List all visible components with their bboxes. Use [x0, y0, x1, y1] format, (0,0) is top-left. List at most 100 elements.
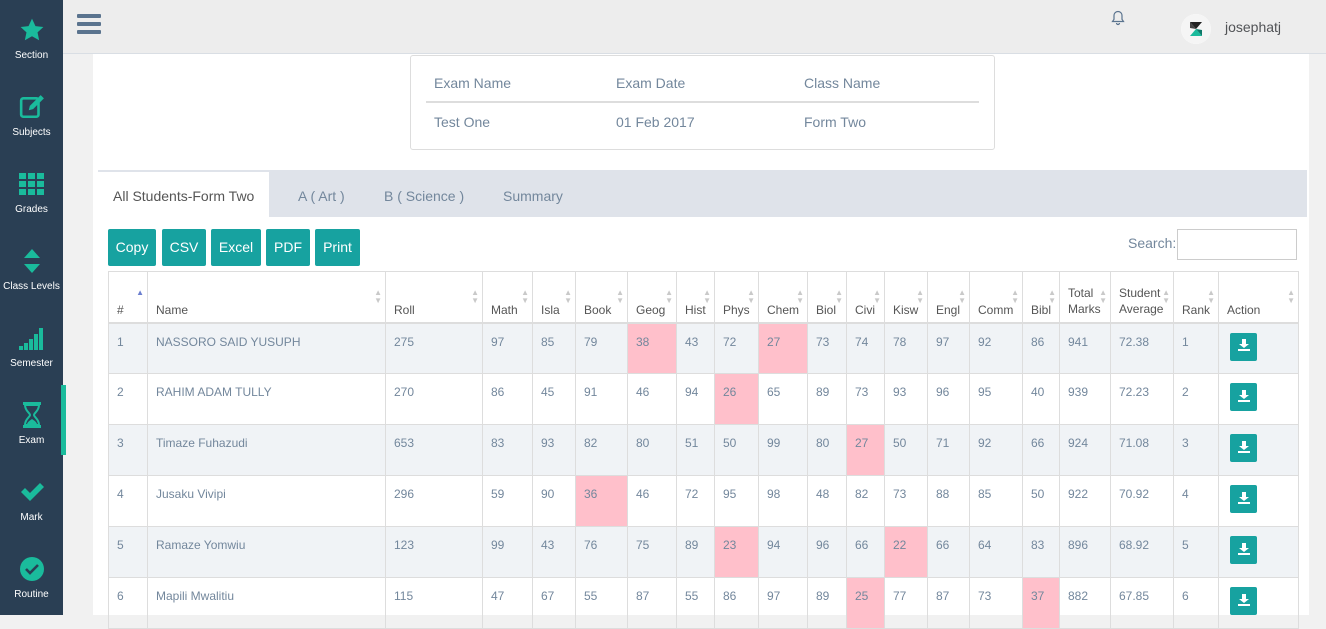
table-row: 3 Timaze Fuhazudi 653 83 93 82 80 51 50 99 80 27 50 7… — [108, 424, 1299, 476]
excel-button[interactable]: Excel — [211, 229, 261, 266]
search-input[interactable] — [1177, 229, 1297, 260]
sidebar-item-exam[interactable]: Exam — [0, 385, 66, 462]
column-header-phys[interactable]: Phys ▲ ▼ — [714, 271, 759, 324]
tab-all-students[interactable]: All Students-Form Two — [98, 172, 270, 217]
column-header-rank[interactable]: Rank ▲ ▼ — [1173, 271, 1219, 324]
exam-name-value: Test One — [434, 114, 491, 130]
table-cell: 78 — [884, 322, 928, 374]
sidebar-item-label: Exam — [18, 435, 45, 446]
user-avatar[interactable] — [1181, 14, 1211, 44]
sidebar-item-routine[interactable]: Routine — [0, 539, 63, 616]
table-cell: 50 — [714, 424, 759, 476]
print-button[interactable]: Print — [315, 229, 360, 266]
table-cell: 5 — [108, 526, 148, 578]
download-button[interactable] — [1230, 332, 1257, 361]
download-button[interactable] — [1230, 485, 1257, 513]
column-header-label: Action — [1227, 302, 1261, 317]
sidebar-item-label: Semester — [10, 358, 53, 369]
table-cell: 2 — [108, 373, 148, 425]
tab-science[interactable]: B ( Science ) — [369, 170, 479, 217]
table-cell: 37 — [1022, 577, 1060, 629]
table-cell: 275 — [385, 322, 483, 374]
class-name-value: Form Two — [804, 114, 866, 130]
column-header-math[interactable]: Math ▲ ▼ — [482, 271, 533, 324]
table-cell: 43 — [676, 322, 715, 374]
sidebar-item-grades[interactable]: Grades — [0, 154, 63, 231]
download-icon — [1237, 389, 1250, 405]
sort-icon: ▲ ▼ — [1162, 288, 1170, 305]
column-header-biol[interactable]: Biol ▲ ▼ — [807, 271, 847, 324]
column-header-civi[interactable]: Civi ▲ ▼ — [846, 271, 885, 324]
column-header-roll[interactable]: Roll ▲ ▼ — [385, 271, 483, 324]
column-header-label: Isla — [541, 302, 560, 317]
pdf-button[interactable]: PDF — [266, 229, 310, 266]
table-row: 2 RAHIM ADAM TULLY 270 86 45 91 46 94 26 65 89 73 93… — [108, 373, 1299, 425]
column-header-action[interactable]: Action ▲ ▼ — [1218, 271, 1299, 324]
table-cell: 5 — [1173, 526, 1219, 578]
download-button[interactable] — [1230, 536, 1257, 564]
table-cell-action — [1218, 526, 1299, 578]
copy-button[interactable]: Copy — [108, 229, 156, 266]
download-button[interactable] — [1230, 587, 1257, 615]
table-cell-action — [1218, 424, 1299, 476]
sort-icon: ▲ ▼ — [873, 288, 881, 305]
sidebar-item-class-levels[interactable]: Class Levels — [0, 231, 63, 308]
table-cell: 55 — [575, 577, 628, 629]
table-cell: 1 — [108, 322, 148, 374]
tab-summary[interactable]: Summary — [488, 170, 578, 217]
column-header-comm[interactable]: Comm ▲ ▼ — [969, 271, 1023, 324]
table-cell: 882 — [1059, 577, 1111, 629]
table-cell-action — [1218, 475, 1299, 527]
table-cell: 97 — [482, 322, 533, 374]
column-header-student-average[interactable]: Student Average ▲ ▼ — [1110, 271, 1174, 324]
sort-icon: ▲ ▼ — [1287, 288, 1295, 305]
column-header-engl[interactable]: Engl ▲ ▼ — [927, 271, 970, 324]
bell-icon[interactable] — [1111, 10, 1125, 31]
download-button[interactable] — [1230, 383, 1257, 411]
table-cell: 25 — [846, 577, 885, 629]
table-cell: 22 — [884, 526, 928, 578]
column-header-chem[interactable]: Chem ▲ ▼ — [758, 271, 808, 324]
download-icon — [1237, 491, 1250, 507]
table-cell-action — [1218, 373, 1299, 425]
table-cell: 73 — [969, 577, 1023, 629]
table-cell: 73 — [846, 373, 885, 425]
column-header-geog[interactable]: Geog ▲ ▼ — [627, 271, 677, 324]
username[interactable]: josephatj — [1225, 19, 1281, 35]
download-button[interactable] — [1230, 434, 1257, 462]
sidebar-item-subjects[interactable]: Subjects — [0, 77, 63, 154]
table-cell: 95 — [714, 475, 759, 527]
sort-icon: ▲ ▼ — [564, 288, 572, 305]
table-cell: 67 — [532, 577, 576, 629]
column-header-book[interactable]: Book ▲ ▼ — [575, 271, 628, 324]
sidebar-item-semester[interactable]: Semester — [0, 308, 63, 385]
sidebar-item-section[interactable]: Section — [0, 0, 63, 77]
download-icon — [1237, 339, 1250, 354]
sort-icon: ▲ ▼ — [703, 288, 711, 305]
table-cell: 70.92 — [1110, 475, 1174, 527]
sidebar-item-mark[interactable]: Mark — [0, 462, 63, 539]
column-header-bibl[interactable]: Bibl ▲ ▼ — [1022, 271, 1060, 324]
column-header-label: Phys — [723, 302, 750, 317]
table-cell: 73 — [884, 475, 928, 527]
menu-toggle-icon[interactable] — [77, 14, 101, 36]
column-header-kisw[interactable]: Kisw ▲ ▼ — [884, 271, 928, 324]
table-cell: Timaze Fuhazudi — [147, 424, 386, 476]
sort-icon: ▲ ▼ — [374, 288, 382, 305]
column-header-name[interactable]: Name ▲ ▼ — [147, 271, 386, 324]
csv-button[interactable]: CSV — [162, 229, 206, 266]
column-header-[interactable]: # ▲ — [108, 271, 148, 324]
table-cell: 64 — [969, 526, 1023, 578]
table-cell-action — [1218, 322, 1299, 374]
column-header-total-marks[interactable]: Total Marks ▲ ▼ — [1059, 271, 1111, 324]
table-cell: 87 — [927, 577, 970, 629]
table-cell: 93 — [884, 373, 928, 425]
check-icon — [18, 478, 46, 506]
table-cell: 270 — [385, 373, 483, 425]
tab-art[interactable]: A ( Art ) — [283, 170, 360, 217]
table-cell: 74 — [846, 322, 885, 374]
table-cell: 89 — [807, 577, 847, 629]
table-cell: 1 — [1173, 322, 1219, 374]
column-header-hist[interactable]: Hist ▲ ▼ — [676, 271, 715, 324]
column-header-isla[interactable]: Isla ▲ ▼ — [532, 271, 576, 324]
